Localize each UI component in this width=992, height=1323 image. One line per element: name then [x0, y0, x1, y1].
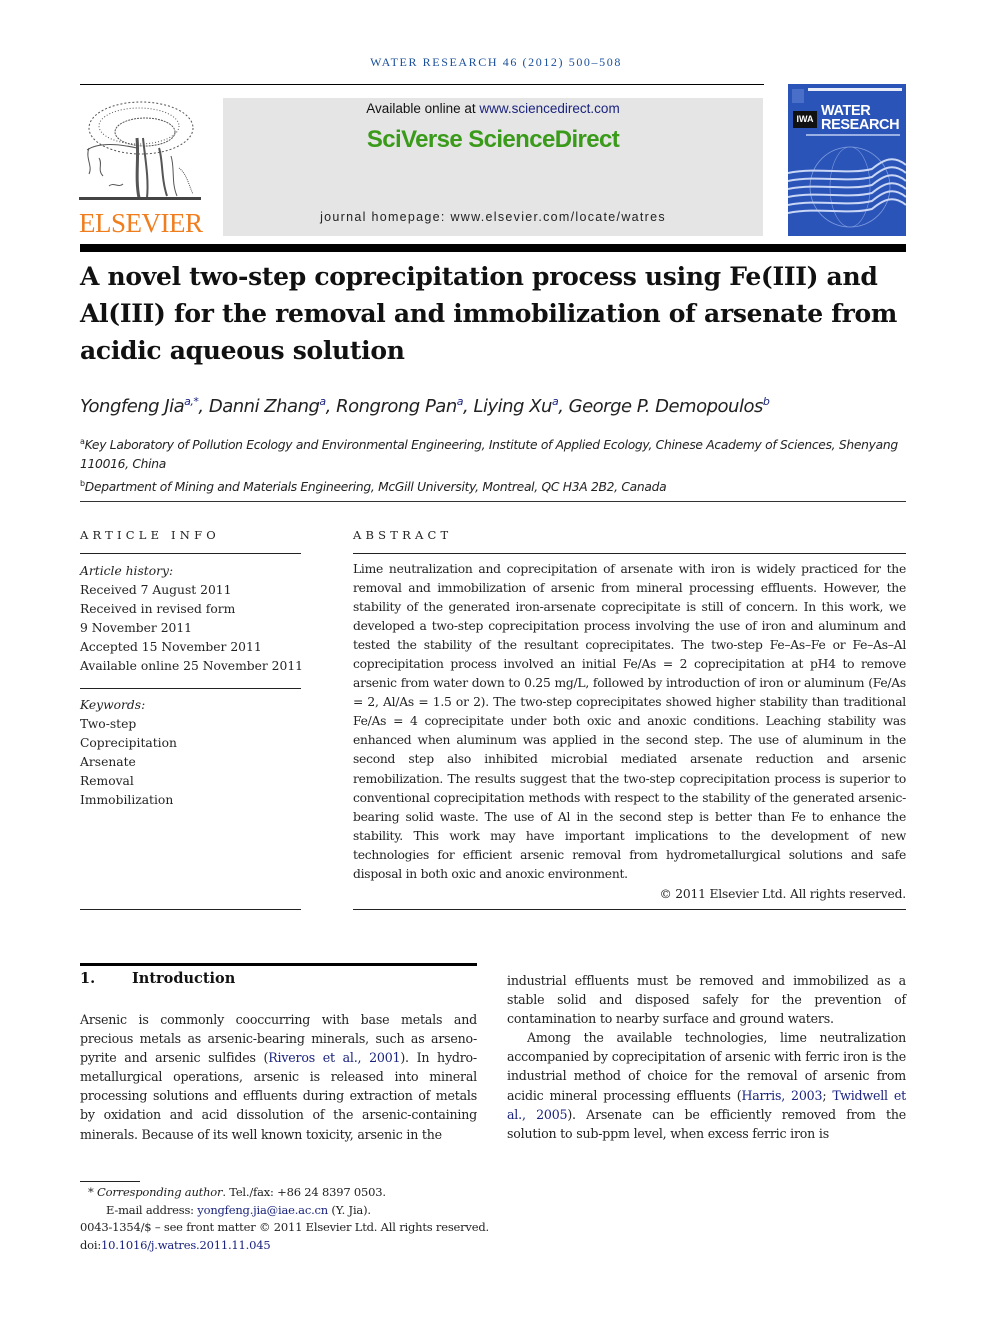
corresponding-label: Corresponding author	[97, 1185, 223, 1199]
article-title: A novel two-step coprecipitation process…	[80, 262, 898, 365]
paragraph: Among the available technologies, lime n…	[507, 1028, 906, 1143]
cover-title: WATER RESEARCH	[821, 103, 900, 133]
affiliation-text: Department of Mining and Materials Engin…	[84, 480, 667, 495]
doi-label: doi:	[80, 1237, 102, 1252]
wave-globe-icon	[788, 146, 906, 228]
cover-publisher-mark	[792, 89, 804, 103]
author-name: Yongfeng Jia	[80, 396, 185, 417]
article-info-heading: ARTICLE INFO	[80, 528, 220, 542]
sciencedirect-banner: Available online at www.sciencedirect.co…	[223, 98, 763, 236]
email-link[interactable]: yongfeng.jia@iae.ac.cn	[197, 1203, 328, 1217]
author[interactable]: Liying Xua	[473, 395, 559, 417]
elsevier-tree-icon	[79, 101, 201, 200]
keyword-item: Arsenate	[80, 755, 136, 769]
author-affil-mark[interactable]: b	[763, 395, 770, 408]
section-heading-introduction: 1. Introduction	[80, 970, 235, 987]
author-name: George P. Demopoulos	[568, 396, 764, 417]
author-affil-mark[interactable]: a	[319, 395, 326, 408]
abstract-rule-top	[353, 553, 906, 554]
keyword-item: Removal	[80, 774, 134, 788]
history-item: Available online 25 November 2011	[80, 659, 303, 673]
author-name: Rongrong Pan	[336, 396, 457, 417]
elsevier-logo[interactable]: ELSEVIER	[79, 98, 203, 238]
author-name: Danni Zhang	[208, 396, 320, 417]
citation-link[interactable]: Riveros et al., 2001	[268, 1050, 400, 1065]
available-online-label: Available online at	[366, 101, 480, 116]
abstract-rule-bottom	[353, 909, 906, 910]
abstract-text: Lime neutralization and coprecipitation …	[353, 562, 906, 881]
section-number: 1.	[80, 970, 96, 987]
corresponding-author-note: * Corresponding author. Tel./fax: +86 24…	[80, 1184, 550, 1202]
homepage-url[interactable]: www.elsevier.com/locate/watres	[450, 210, 665, 224]
citation-link[interactable]: Harris, 2003	[741, 1088, 822, 1103]
history-item: Received in revised form	[80, 602, 236, 616]
section-title: Introduction	[132, 970, 236, 987]
intro-left-column: Arsenic is commonly cooccurring with bas…	[80, 1010, 477, 1144]
running-head: WATER RESEARCH 46 (2012) 500–508	[370, 55, 622, 69]
author-affil-mark[interactable]: a	[552, 395, 559, 408]
paragraph: Arsenic is commonly cooccurring with bas…	[80, 1010, 477, 1144]
keyword-item: Immobilization	[80, 793, 174, 807]
email-suffix: (Y. Jia).	[327, 1202, 371, 1217]
iwa-badge: IWA	[793, 111, 817, 128]
elsevier-wordmark: ELSEVIER	[79, 208, 203, 238]
keywords: Keywords: Two-step Coprecipitation Arsen…	[80, 696, 310, 810]
available-online: Available online at www.sciencedirect.co…	[223, 101, 763, 116]
affiliation-text: Key Laboratory of Pollution Ecology and …	[80, 438, 898, 472]
author-name: Liying Xu	[473, 396, 552, 417]
journal-homepage: journal homepage: www.elsevier.com/locat…	[223, 210, 763, 224]
article-history: Article history: Received 7 August 2011 …	[80, 562, 310, 676]
sciencedirect-link[interactable]: www.sciencedirect.com	[479, 101, 619, 116]
affiliation-a: aKey Laboratory of Pollution Ecology and…	[80, 432, 910, 474]
footnote-rule	[80, 1181, 140, 1182]
intro-right-column: industrial effluents must be removed and…	[507, 971, 906, 1143]
author-list: Yongfeng Jiaa,*, Danni Zhanga, Rongrong …	[80, 395, 770, 417]
author[interactable]: George P. Demopoulosb	[568, 395, 770, 417]
cover-subtitle	[806, 134, 900, 136]
paragraph: industrial effluents must be removed and…	[507, 973, 906, 1027]
affiliations: aKey Laboratory of Pollution Ecology and…	[80, 432, 910, 497]
journal-cover[interactable]: IWA WATER RESEARCH	[788, 84, 906, 236]
abstract-copyright: © 2011 Elsevier Ltd. All rights reserved…	[659, 887, 907, 901]
author-affil-mark[interactable]: a,*	[184, 395, 199, 408]
article-info-rule-bottom	[80, 909, 301, 910]
email-label: E-mail address:	[106, 1202, 198, 1217]
cover-title-line1: WATER	[821, 103, 871, 119]
affiliation-rule	[80, 501, 906, 502]
author-affil-mark[interactable]: a	[457, 395, 464, 408]
history-item: Accepted 15 November 2011	[80, 640, 262, 654]
paragraph-text: ). Arsenate can be efficiently removed f…	[507, 1106, 907, 1141]
keyword-item: Two-step	[80, 717, 137, 731]
affiliation-b: bDepartment of Mining and Materials Engi…	[80, 474, 910, 497]
homepage-label: journal homepage:	[320, 210, 451, 224]
history-item: Received 7 August 2011	[80, 583, 232, 597]
article-history-label: Article history:	[80, 564, 174, 578]
sciverse-brand: SciVerse ScienceDirect	[366, 126, 620, 153]
intro-rule	[80, 963, 477, 966]
article-info-rule-mid	[80, 688, 301, 689]
keywords-label: Keywords:	[80, 698, 146, 712]
issn-line: 0043-1354/$ – see front matter © 2011 El…	[80, 1220, 489, 1234]
cover-title-line2: RESEARCH	[821, 117, 900, 133]
doi-line: doi:10.1016/j.watres.2011.11.045	[80, 1237, 550, 1255]
masthead-rule	[80, 244, 906, 252]
article-info-rule-top	[80, 553, 301, 554]
author[interactable]: Danni Zhanga	[208, 395, 326, 417]
phone-text: . Tel./fax: +86 24 8397 0503.	[222, 1185, 386, 1199]
citation-separator: ;	[822, 1087, 833, 1103]
author[interactable]: Rongrong Pana	[336, 395, 464, 417]
cover-top-bar	[808, 88, 902, 91]
footnotes: * Corresponding author. Tel./fax: +86 24…	[80, 1184, 550, 1254]
header-rule	[80, 84, 764, 85]
doi-link[interactable]: 10.1016/j.watres.2011.11.045	[101, 1238, 271, 1252]
abstract-heading: ABSTRACT	[353, 528, 453, 542]
email-note: E-mail address: yongfeng.jia@iae.ac.cn (…	[80, 1202, 550, 1220]
keyword-item: Coprecipitation	[80, 736, 177, 750]
author[interactable]: Yongfeng Jiaa,*	[80, 395, 199, 417]
history-item: 9 November 2011	[80, 621, 193, 635]
footnote-star: *	[88, 1185, 94, 1199]
